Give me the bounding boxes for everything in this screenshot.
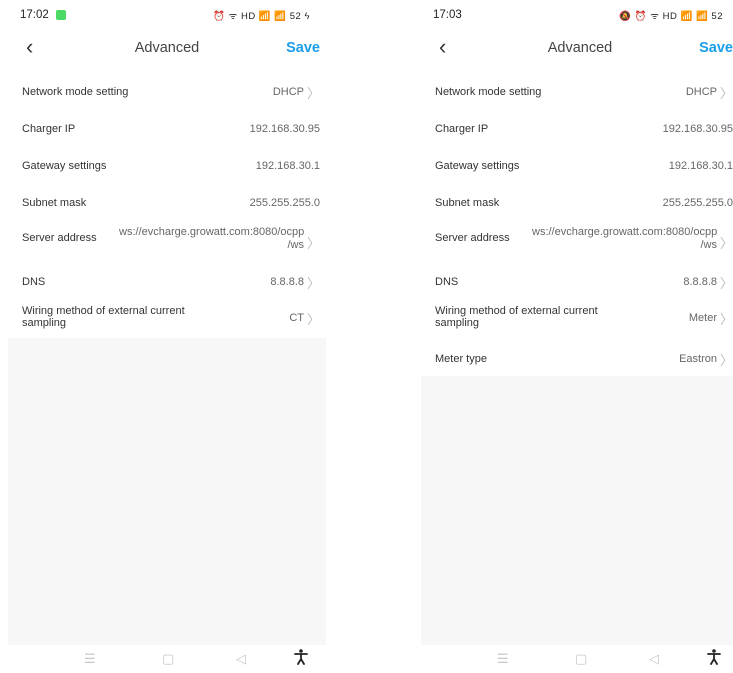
chevron-right-icon: 〉 — [719, 86, 733, 101]
row-value: 192.168.30.1 — [668, 160, 733, 172]
status-icons: ⏰ ᯤ HD 📶 📶 52 ϟ — [213, 11, 310, 22]
row-meter-type[interactable]: Meter type Eastron 〉 — [421, 341, 733, 378]
row-wiring-method[interactable]: Wiring method of external current sampli… — [8, 301, 326, 341]
chevron-right-icon: 〉 — [306, 86, 320, 101]
accessibility-icon[interactable] — [294, 649, 308, 669]
row-label: Wiring method of external current sampli… — [435, 305, 598, 329]
row-charger-ip[interactable]: Charger IP 192.168.30.95 — [421, 111, 733, 148]
row-value: Eastron — [679, 353, 717, 365]
row-label: Gateway settings — [435, 160, 520, 172]
row-value: 8.8.8.8 — [270, 276, 304, 288]
row-label: Wiring method of external current sampli… — [22, 305, 185, 329]
row-label: Server address — [22, 232, 97, 244]
settings-list: Network mode setting DHCP 〉 Charger IP 1… — [421, 74, 733, 378]
row-label: Server address — [435, 232, 510, 244]
system-nav-bar: ☰ ▢ ◁ — [8, 645, 326, 673]
chevron-right-icon: 〉 — [306, 312, 320, 327]
row-charger-ip[interactable]: Charger IP 192.168.30.95 — [8, 111, 326, 148]
app-header: ‹ Advanced Save — [8, 34, 326, 64]
row-gateway[interactable]: Gateway settings 192.168.30.1 — [421, 148, 733, 185]
row-label: Network mode setting — [22, 86, 129, 98]
row-label: Subnet mask — [435, 197, 500, 209]
row-value: 192.168.30.1 — [255, 160, 320, 172]
nav-back-icon[interactable]: ◁ — [236, 651, 246, 667]
row-server-address[interactable]: Server address ws://evcharge.growatt.com… — [421, 222, 733, 264]
row-dns[interactable]: DNS 8.8.8.8 〉 — [8, 264, 326, 301]
page-title: Advanced — [134, 40, 200, 56]
page-title: Advanced — [547, 40, 613, 56]
row-value: ws://evcharge.growatt.com:8080/ocpp /ws — [532, 226, 718, 251]
row-value: 8.8.8.8 — [683, 276, 717, 288]
chevron-right-icon: 〉 — [306, 276, 320, 291]
row-value: 255.255.255.0 — [249, 197, 320, 209]
chevron-right-icon: 〉 — [306, 236, 320, 251]
status-time: 17:03 — [433, 9, 462, 21]
row-value: 192.168.30.95 — [249, 123, 320, 135]
menu-icon[interactable]: ☰ — [84, 651, 96, 667]
accessibility-icon[interactable] — [707, 649, 721, 669]
phone-screen-left: 17:02 ⏰ ᯤ HD 📶 📶 52 ϟ ‹ Advanced Save Ne… — [8, 0, 326, 673]
row-subnet-mask[interactable]: Subnet mask 255.255.255.0 — [421, 185, 733, 222]
row-server-address[interactable]: Server address ws://evcharge.growatt.com… — [8, 222, 326, 264]
save-button[interactable]: Save — [699, 40, 733, 56]
row-label: DNS — [22, 276, 46, 288]
row-network-mode[interactable]: Network mode setting DHCP 〉 — [8, 74, 326, 111]
save-button[interactable]: Save — [286, 40, 320, 56]
row-value: DHCP — [272, 86, 304, 98]
row-value: DHCP — [685, 86, 717, 98]
row-subnet-mask[interactable]: Subnet mask 255.255.255.0 — [8, 185, 326, 222]
row-label: Network mode setting — [435, 86, 542, 98]
row-gateway[interactable]: Gateway settings 192.168.30.1 — [8, 148, 326, 185]
chevron-right-icon: 〉 — [719, 353, 733, 368]
row-wiring-method[interactable]: Wiring method of external current sampli… — [421, 301, 733, 341]
row-label: DNS — [435, 276, 459, 288]
notification-icon — [56, 10, 66, 20]
row-value: Meter — [688, 312, 717, 324]
home-icon[interactable]: ▢ — [575, 651, 587, 667]
home-icon[interactable]: ▢ — [162, 651, 174, 667]
row-label: Charger IP — [435, 123, 489, 135]
row-value: ws://evcharge.growatt.com:8080/ocpp /ws — [119, 226, 305, 251]
status-time: 17:02 — [20, 9, 49, 21]
row-value: CT — [289, 312, 304, 324]
status-icons: 🔕 ⏰ ᯤ HD 📶 📶 52 — [619, 11, 723, 22]
chevron-right-icon: 〉 — [719, 312, 733, 327]
phone-screen-right: 17:03 🔕 ⏰ ᯤ HD 📶 📶 52 ‹ Advanced Save Ne… — [421, 0, 733, 673]
screens: 17:02 ⏰ ᯤ HD 📶 📶 52 ϟ ‹ Advanced Save Ne… — [0, 0, 733, 673]
nav-back-icon[interactable]: ◁ — [649, 651, 659, 667]
chevron-right-icon: 〉 — [719, 236, 733, 251]
system-nav-bar: ☰ ▢ ◁ — [421, 645, 733, 673]
status-bar: 17:03 🔕 ⏰ ᯤ HD 📶 📶 52 — [421, 6, 733, 24]
chevron-right-icon: 〉 — [719, 276, 733, 291]
row-network-mode[interactable]: Network mode setting DHCP 〉 — [421, 74, 733, 111]
row-label: Charger IP — [22, 123, 76, 135]
settings-list: Network mode setting DHCP 〉 Charger IP 1… — [8, 74, 326, 341]
app-header: ‹ Advanced Save — [421, 34, 733, 64]
empty-area — [421, 376, 733, 645]
row-value: 192.168.30.95 — [662, 123, 733, 135]
row-dns[interactable]: DNS 8.8.8.8 〉 — [421, 264, 733, 301]
row-value: 255.255.255.0 — [662, 197, 733, 209]
row-label: Meter type — [435, 353, 487, 365]
row-label: Gateway settings — [22, 160, 107, 172]
row-label: Subnet mask — [22, 197, 87, 209]
status-bar: 17:02 ⏰ ᯤ HD 📶 📶 52 ϟ — [8, 6, 326, 24]
menu-icon[interactable]: ☰ — [497, 651, 509, 667]
empty-area — [8, 338, 326, 645]
